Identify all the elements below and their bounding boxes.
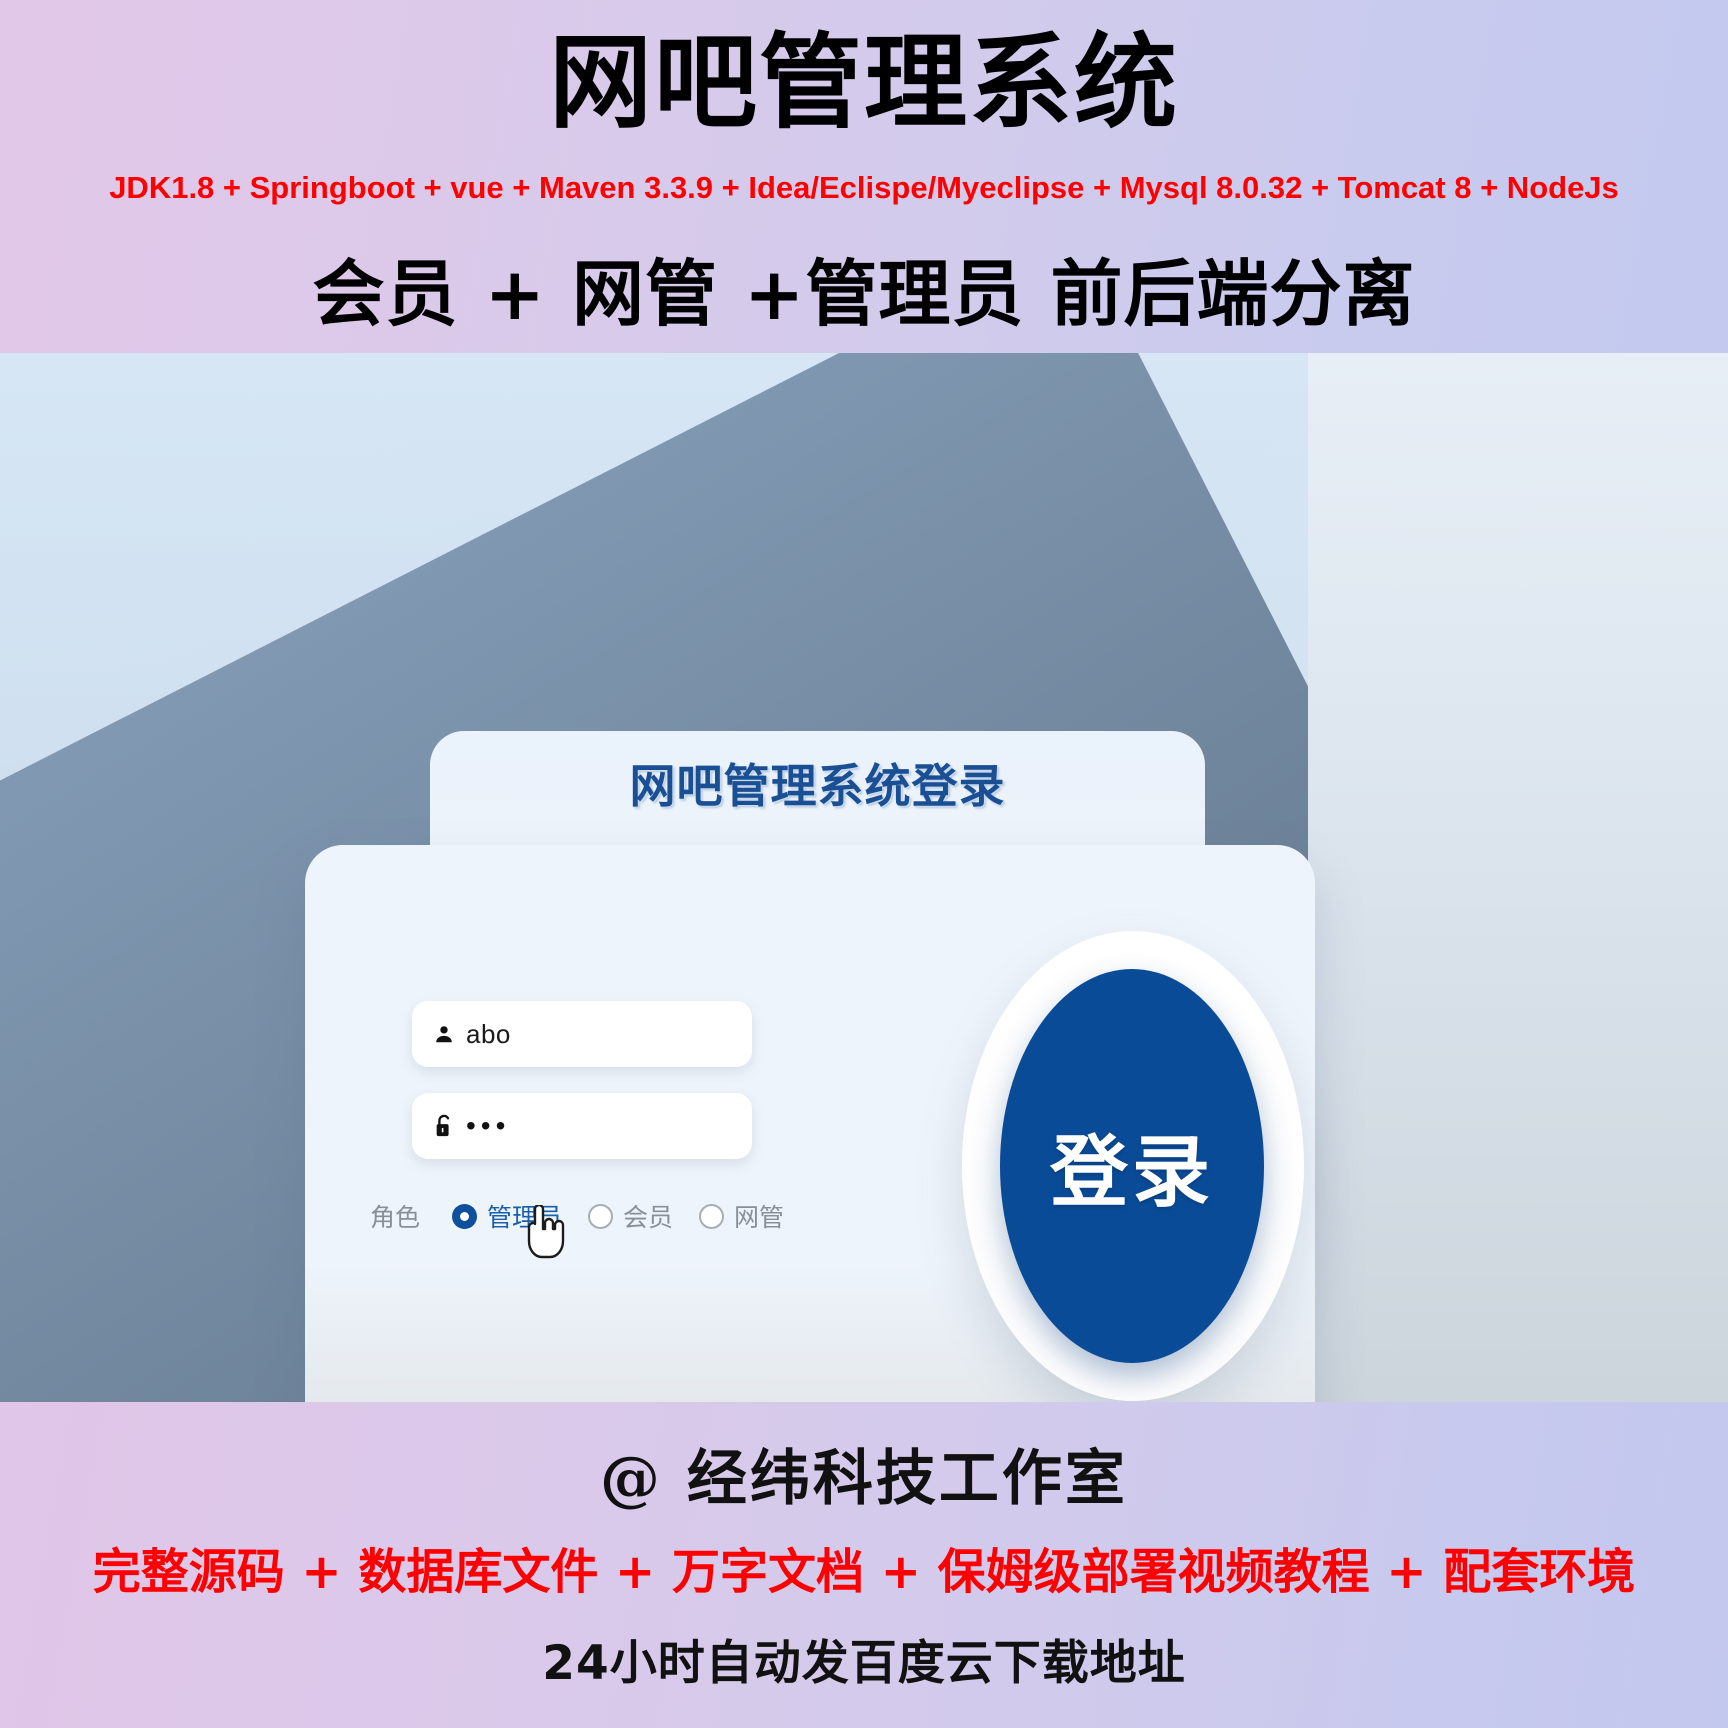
roles-architecture-line: 会员 + 网管 +管理员 前后端分离 [312, 252, 1416, 336]
password-value: ••• [466, 1110, 511, 1141]
bottom-banner: @ 经纬科技工作室 完整源码 + 数据库文件 + 万字文档 + 保姆级部署视频教… [0, 1402, 1728, 1728]
unlocked-padlock-icon [422, 1113, 466, 1139]
background-right-fade [1308, 353, 1728, 1402]
role-option-netadmin[interactable]: 网管 [699, 1198, 784, 1234]
top-banner: 网吧管理系统 JDK1.8 + Springboot + vue + Maven… [0, 0, 1728, 353]
mouse-cursor-pointing-hand [521, 1203, 565, 1261]
login-button[interactable]: 登录 [1000, 969, 1264, 1363]
login-screenshot: 网吧管理系统登录 abo ••• 角色 管理员 会员 网管 登录 [0, 353, 1728, 1402]
delivery-note: 24小时自动发百度云下载地址 [542, 1636, 1186, 1691]
studio-name: @ 经纬科技工作室 [600, 1444, 1128, 1514]
role-option-netadmin-label: 网管 [734, 1203, 785, 1232]
promo-page: 网吧管理系统 JDK1.8 + Springboot + vue + Maven… [0, 0, 1728, 1728]
role-option-member[interactable]: 会员 [588, 1198, 673, 1234]
radio-member-icon[interactable] [588, 1203, 614, 1229]
role-selector-row: 角色 管理员 会员 网管 [370, 1193, 850, 1239]
password-input[interactable]: ••• [412, 1093, 752, 1159]
login-button-label: 登录 [1049, 1128, 1214, 1218]
radio-netadmin-icon[interactable] [699, 1203, 725, 1229]
role-label: 角色 [370, 1203, 421, 1232]
product-title: 网吧管理系统 [549, 23, 1179, 143]
login-card-title: 网吧管理系统登录 [629, 759, 1006, 813]
radio-admin-icon[interactable] [452, 1203, 478, 1229]
person-icon [422, 1023, 466, 1045]
role-option-member-label: 会员 [623, 1203, 674, 1232]
bundle-contents-line: 完整源码 + 数据库文件 + 万字文档 + 保姆级部署视频教程 + 配套环境 [92, 1544, 1636, 1600]
username-input[interactable]: abo [412, 1001, 752, 1067]
username-value: abo [466, 1018, 511, 1049]
tech-stack-line: JDK1.8 + Springboot + vue + Maven 3.3.9 … [109, 170, 1619, 205]
